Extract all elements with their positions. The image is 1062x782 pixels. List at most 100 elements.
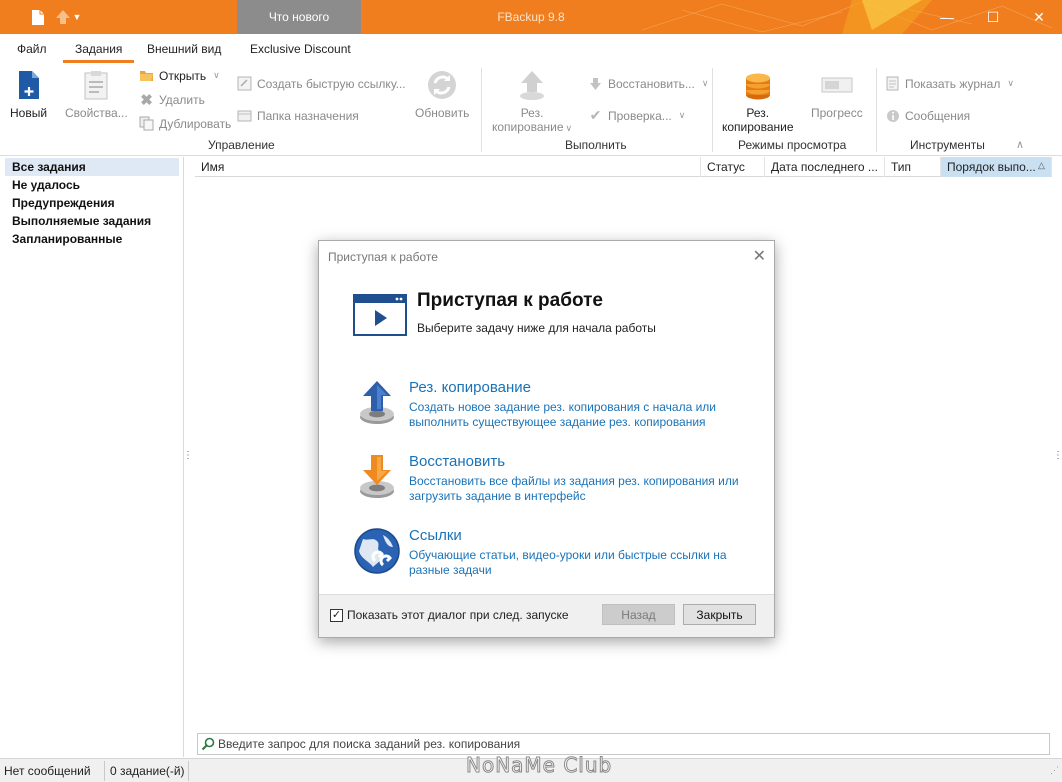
option-backup-description: Создать новое задание рез. копирования с…	[409, 400, 717, 429]
ribbon-separator	[481, 68, 482, 152]
show-on-startup-label: Показать этот диалог при след. запуске	[347, 608, 569, 622]
delete-button[interactable]: ✖ Удалить	[139, 91, 205, 109]
messages-button[interactable]: Сообщения	[885, 108, 970, 123]
column-name[interactable]: Имя	[195, 157, 701, 177]
status-job-count: 0 задание(-й)	[110, 764, 185, 778]
new-label: Новый	[10, 106, 48, 120]
option-links-title[interactable]: Ссылки	[409, 527, 462, 544]
new-job-icon	[12, 68, 46, 102]
properties-label: Свойства...	[65, 106, 128, 120]
tab-jobs[interactable]: Задания	[62, 42, 135, 63]
dialog-footer: ✓ Показать этот диалог при след. запуске…	[319, 594, 774, 637]
option-restore[interactable]: Восстановить Восстановить все файлы из з…	[353, 453, 753, 505]
new-button[interactable]: Новый	[10, 68, 47, 120]
restore-dropdown-icon: ∨	[701, 78, 709, 88]
status-bar: Нет сообщений 0 задание(-й) NoNaMe Club …	[0, 753, 1062, 782]
column-status[interactable]: Статус	[701, 157, 765, 177]
right-splitter-handle[interactable]: ⋮	[1053, 450, 1062, 461]
delete-label: Удалить	[159, 92, 205, 107]
view-backup-label-1: Рез.	[746, 106, 770, 120]
log-icon	[885, 76, 900, 91]
view-backup-button[interactable]: Рез. копирование	[722, 68, 794, 134]
backup-upload-icon	[353, 379, 401, 427]
backup-arrow-icon	[515, 68, 549, 102]
refresh-icon	[425, 68, 459, 102]
tab-exclusive-discount[interactable]: Exclusive Discount	[250, 42, 351, 56]
table-header: Имя Статус Дата последнего ... Тип Поряд…	[195, 157, 1052, 177]
show-log-label: Показать журнал	[905, 76, 1001, 91]
option-backup-title[interactable]: Рез. копирование	[409, 379, 531, 396]
group-execute-label: Выполнить	[565, 138, 627, 152]
restore-button[interactable]: Восстановить... ∨	[588, 76, 708, 91]
nav-item-scheduled[interactable]: Запланированные	[5, 230, 179, 248]
delete-icon: ✖	[140, 91, 153, 109]
check-button[interactable]: ✔ Проверка... ∨	[588, 107, 686, 123]
sort-ascending-icon: △	[1038, 160, 1045, 170]
checkbox-checked-icon[interactable]: ✓	[330, 608, 343, 622]
option-restore-title[interactable]: Восстановить	[409, 453, 505, 470]
column-type[interactable]: Тип	[885, 157, 941, 177]
column-execution-order[interactable]: Порядок выпо...	[941, 157, 1052, 177]
status-messages: Нет сообщений	[4, 764, 91, 778]
nav-item-failed[interactable]: Не удалось	[5, 176, 179, 194]
show-on-startup-checkbox[interactable]: ✓ Показать этот диалог при след. запуске	[330, 608, 569, 622]
destination-folder-label: Папка назначения	[257, 108, 359, 123]
show-log-button[interactable]: Показать журнал ∨	[885, 76, 1014, 91]
folder-icon	[237, 108, 252, 123]
nav-item-running[interactable]: Выполняемые задания	[5, 212, 179, 230]
left-splitter-handle[interactable]: ⋮	[183, 450, 193, 461]
dialog-close-icon[interactable]: ✕	[753, 246, 766, 266]
open-button[interactable]: Открыть ∨	[139, 68, 220, 83]
properties-button[interactable]: Свойства...	[65, 68, 128, 120]
option-backup[interactable]: Рез. копирование Создать новое задание р…	[353, 379, 753, 431]
refresh-label: Обновить	[415, 106, 470, 120]
open-folder-icon	[139, 68, 154, 83]
app-title: FBackup 9.8	[497, 10, 565, 24]
destination-folder-button[interactable]: Папка назначения	[237, 108, 359, 123]
watermark: NoNaMe Club	[465, 753, 613, 778]
tab-file[interactable]: Файл	[17, 42, 47, 56]
search-input[interactable]	[218, 737, 1018, 751]
coins-stack-icon	[741, 68, 775, 102]
properties-icon	[79, 68, 113, 102]
restore-download-icon	[353, 453, 401, 501]
close-button[interactable]: ✕	[1016, 0, 1062, 34]
quick-link-button[interactable]: Создать быструю ссылку...	[237, 76, 406, 91]
option-links-description: Обучающие статьи, видео-уроки или быстры…	[409, 548, 727, 577]
dialog-subtitle: Выберите задачу ниже для начала работы	[417, 321, 656, 335]
duplicate-button[interactable]: Дублировать	[139, 116, 231, 131]
minimize-button[interactable]: —	[924, 0, 970, 34]
maximize-button[interactable]: ☐	[970, 0, 1016, 34]
tab-view[interactable]: Внешний вид	[147, 42, 221, 56]
duplicate-icon	[139, 116, 154, 131]
info-icon	[885, 108, 900, 123]
column-last-date[interactable]: Дата последнего ...	[765, 157, 885, 177]
search-box	[197, 733, 1050, 755]
resize-grip-icon[interactable]: ⋰	[1050, 765, 1059, 776]
option-links[interactable]: Ссылки Обучающие статьи, видео-уроки или…	[353, 527, 753, 579]
open-label: Открыть	[159, 68, 207, 83]
progress-label: Прогресс	[811, 106, 863, 120]
back-button[interactable]: Назад	[602, 604, 675, 625]
option-restore-description: Восстановить все файлы из задания рез. к…	[409, 474, 739, 503]
collapse-ribbon-icon[interactable]: ∧	[1016, 138, 1024, 151]
check-dropdown-icon: ∨	[678, 110, 686, 120]
duplicate-label: Дублировать	[159, 116, 232, 131]
search-icon	[198, 737, 218, 751]
globe-link-icon	[353, 527, 401, 575]
view-backup-label-2: копирование	[722, 120, 794, 134]
job-filter-nav: Все задания Не удалось Предупреждения Вы…	[0, 157, 184, 757]
open-dropdown-icon: ∨	[213, 70, 220, 80]
nav-item-warnings[interactable]: Предупреждения	[5, 194, 179, 212]
refresh-button[interactable]: Обновить	[415, 68, 469, 120]
close-dialog-button[interactable]: Закрыть	[683, 604, 756, 625]
ribbon-separator	[876, 68, 877, 152]
progress-button[interactable]: Прогресс	[811, 68, 863, 120]
getting-started-dialog: Приступая к работе ✕ Приступая к работе …	[318, 240, 775, 638]
group-manage-label: Управление	[208, 138, 275, 152]
backup-run-button[interactable]: Рез. копирование ∨	[492, 68, 572, 134]
dialog-heading: Приступая к работе	[417, 290, 603, 311]
progress-bar-icon	[820, 68, 854, 102]
dialog-title: Приступая к работе	[328, 250, 438, 264]
nav-item-all-jobs[interactable]: Все задания	[5, 158, 179, 176]
